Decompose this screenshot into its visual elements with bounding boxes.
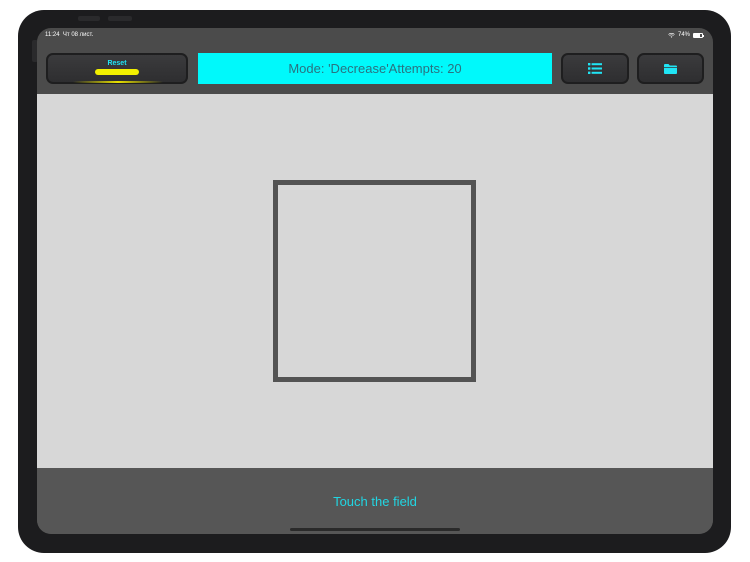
toolbar: Reset Mode: 'Decrease' Attempts: 20 xyxy=(37,42,713,94)
reset-indicator-bar xyxy=(95,69,139,75)
list-icon xyxy=(588,63,602,74)
footer-hint: Touch the field xyxy=(333,494,417,509)
status-time-date: 11:24 Чт 08 лист. xyxy=(45,28,93,42)
mode-text: Mode: 'Decrease' xyxy=(288,61,389,76)
reset-button-label: Reset xyxy=(107,60,127,67)
battery-icon xyxy=(693,32,704,38)
home-indicator[interactable] xyxy=(290,528,460,531)
reset-button[interactable]: Reset xyxy=(46,53,188,84)
status-time: 11:24 xyxy=(45,32,60,38)
status-indicators: 74% xyxy=(668,28,704,42)
touch-field[interactable] xyxy=(37,94,713,468)
status-date: Чт 08 лист. xyxy=(62,32,94,38)
app-screen: 11:24 Чт 08 лист. 74% Reset Mode: 'Decre… xyxy=(37,28,713,534)
wifi-icon xyxy=(668,32,675,38)
reset-glow-line xyxy=(73,81,163,83)
folder-icon xyxy=(664,63,677,74)
battery-percent: 74% xyxy=(677,32,690,38)
attempts-text: Attempts: 20 xyxy=(388,61,462,76)
list-button[interactable] xyxy=(561,53,629,84)
footer: Touch the field xyxy=(37,468,713,534)
target-square[interactable] xyxy=(273,180,476,382)
hardware-button xyxy=(108,16,132,21)
status-bar: 11:24 Чт 08 лист. 74% xyxy=(37,28,713,42)
hardware-button xyxy=(78,16,100,21)
mode-info-bar: Mode: 'Decrease' Attempts: 20 xyxy=(198,53,552,84)
folder-button[interactable] xyxy=(637,53,704,84)
